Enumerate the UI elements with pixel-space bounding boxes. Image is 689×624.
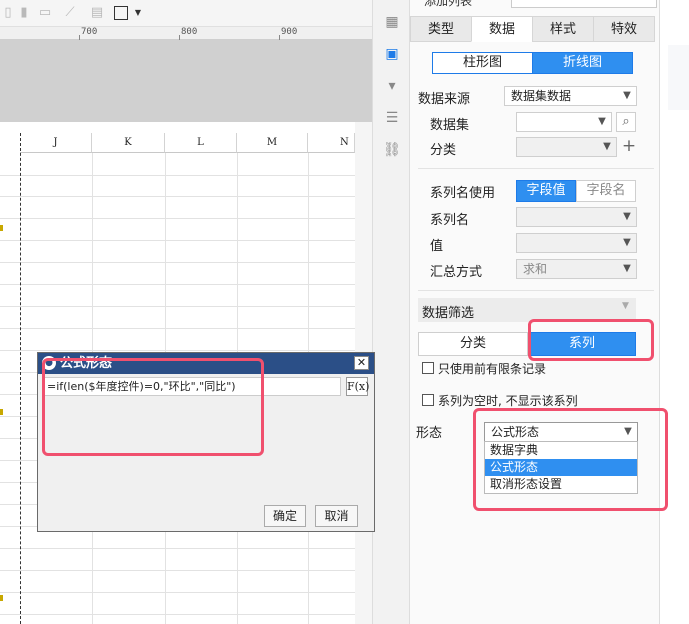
summary-select[interactable]: 求和 ▼ [516, 259, 637, 279]
ruler-label: 700 [81, 27, 98, 37]
border-icon[interactable] [114, 6, 128, 20]
annotation-box-formula [42, 358, 264, 456]
value-select[interactable]: ▼ [516, 233, 637, 253]
row-line [0, 548, 355, 549]
summary-label: 汇总方式 [430, 265, 483, 280]
chevron-down-icon: ▼ [623, 263, 631, 274]
row-line [0, 592, 355, 593]
cancel-button[interactable]: 取消 [315, 505, 358, 527]
tab-effects[interactable]: 特效 [593, 16, 655, 42]
ruler-label: 800 [181, 27, 198, 37]
layout-icon[interactable]: ▦ [382, 12, 402, 32]
row-line [0, 175, 355, 176]
report-header-band [0, 40, 372, 122]
chevron-down-icon: ▼ [603, 141, 611, 152]
close-icon[interactable]: ✕ [354, 356, 369, 370]
annotation-box-series-tab [528, 319, 654, 361]
top-field-label: 添加列表 [424, 0, 473, 8]
side-icon-strip: ▦ ▣ ▾ ☰ ⛓ [372, 0, 410, 624]
cell-marker [0, 595, 3, 601]
row-line [0, 218, 355, 219]
bar-chart-toggle[interactable]: 柱形图 [432, 52, 533, 74]
document-icon[interactable]: ▤ [89, 5, 105, 21]
category-select[interactable]: ▼ [516, 137, 617, 157]
dataset-label: 数据集 [430, 118, 470, 133]
tab-style[interactable]: 样式 [532, 16, 594, 42]
row-line [0, 240, 355, 241]
filter-tab-category[interactable]: 分类 [418, 332, 528, 356]
ok-button[interactable]: 确定 [264, 505, 306, 527]
column-header-k[interactable]: K [92, 133, 165, 153]
row-line [0, 350, 355, 351]
dataset-select[interactable]: ▼ [516, 112, 612, 132]
line-chart-toggle[interactable]: 折线图 [532, 52, 633, 74]
brush-icon[interactable]: ⟋ [62, 5, 78, 21]
column-header-m[interactable]: M [237, 133, 308, 153]
collapse-icon: ▼ [622, 301, 629, 311]
link-icon[interactable]: ⛓ [382, 140, 402, 160]
row-line [0, 570, 355, 571]
data-source-select[interactable]: 数据集数据 ▼ [504, 86, 637, 106]
cell-marker [0, 409, 3, 415]
ruler-label: 900 [281, 27, 298, 37]
column-header-j[interactable]: J [20, 133, 92, 153]
add-category-button[interactable]: + [619, 137, 639, 157]
page-break-line [20, 133, 21, 624]
data-filter-title: 数据筛选 [422, 306, 475, 321]
search-icon: ⌕ [622, 114, 630, 129]
series-name-use-label: 系列名使用 [430, 186, 496, 201]
top-field-input[interactable] [511, 0, 657, 8]
row-line [0, 614, 355, 615]
series-name-select[interactable]: ▼ [516, 207, 637, 227]
only-prev-checkbox[interactable] [422, 362, 434, 374]
hide-empty-label: 系列为空时, 不显示该系列 [438, 394, 578, 408]
top-toolbar: ▯ ▮ ▭ ⟋ ▤ ▼ [0, 0, 372, 27]
bar-chart-icon[interactable]: ▮ [16, 5, 32, 21]
formula-editor-button[interactable]: F(x) [346, 377, 369, 396]
row-line [0, 328, 355, 329]
row-line [0, 262, 355, 263]
series-name-label: 系列名 [430, 213, 470, 228]
right-background-box [668, 45, 689, 110]
summary-value: 求和 [523, 262, 548, 276]
widget-icon[interactable]: ▾ [382, 76, 402, 96]
value-label: 值 [430, 239, 444, 254]
horizontal-ruler: 700 800 900 [0, 27, 372, 40]
field-value-toggle[interactable]: 字段值 [516, 180, 576, 202]
chevron-down-icon: ▼ [623, 90, 631, 101]
section-divider [418, 168, 654, 169]
annotation-box-form-dropdown [473, 408, 668, 511]
tab-type[interactable]: 类型 [410, 16, 472, 42]
chevron-down-icon: ▼ [623, 211, 631, 222]
section-divider [418, 290, 654, 291]
plus-icon: + [621, 136, 637, 156]
tab-data[interactable]: 数据 [471, 16, 533, 42]
field-name-toggle[interactable]: 字段名 [576, 180, 636, 202]
chevron-down-icon[interactable]: ▼ [130, 5, 146, 21]
text-icon[interactable]: ▯ [0, 5, 16, 21]
form-label: 形态 [416, 426, 443, 441]
search-button[interactable]: ⌕ [616, 112, 636, 132]
data-source-value: 数据集数据 [511, 89, 572, 103]
column-header-l[interactable]: L [165, 133, 237, 153]
chevron-down-icon: ▼ [598, 116, 606, 127]
column-header-n[interactable]: N [308, 133, 355, 153]
chart-frame-icon[interactable]: ▣ [382, 44, 402, 64]
image-icon[interactable]: ▭ [37, 5, 53, 21]
cell-marker [0, 225, 3, 231]
category-label: 分类 [430, 143, 457, 158]
hide-empty-checkbox[interactable] [422, 394, 434, 406]
list-icon[interactable]: ☰ [382, 108, 402, 128]
row-line [0, 306, 355, 307]
chevron-down-icon: ▼ [623, 237, 631, 248]
data-source-label: 数据来源 [418, 92, 471, 107]
row-line [0, 196, 355, 197]
only-prev-label: 只使用前有限条记录 [438, 362, 547, 376]
row-line [0, 284, 355, 285]
